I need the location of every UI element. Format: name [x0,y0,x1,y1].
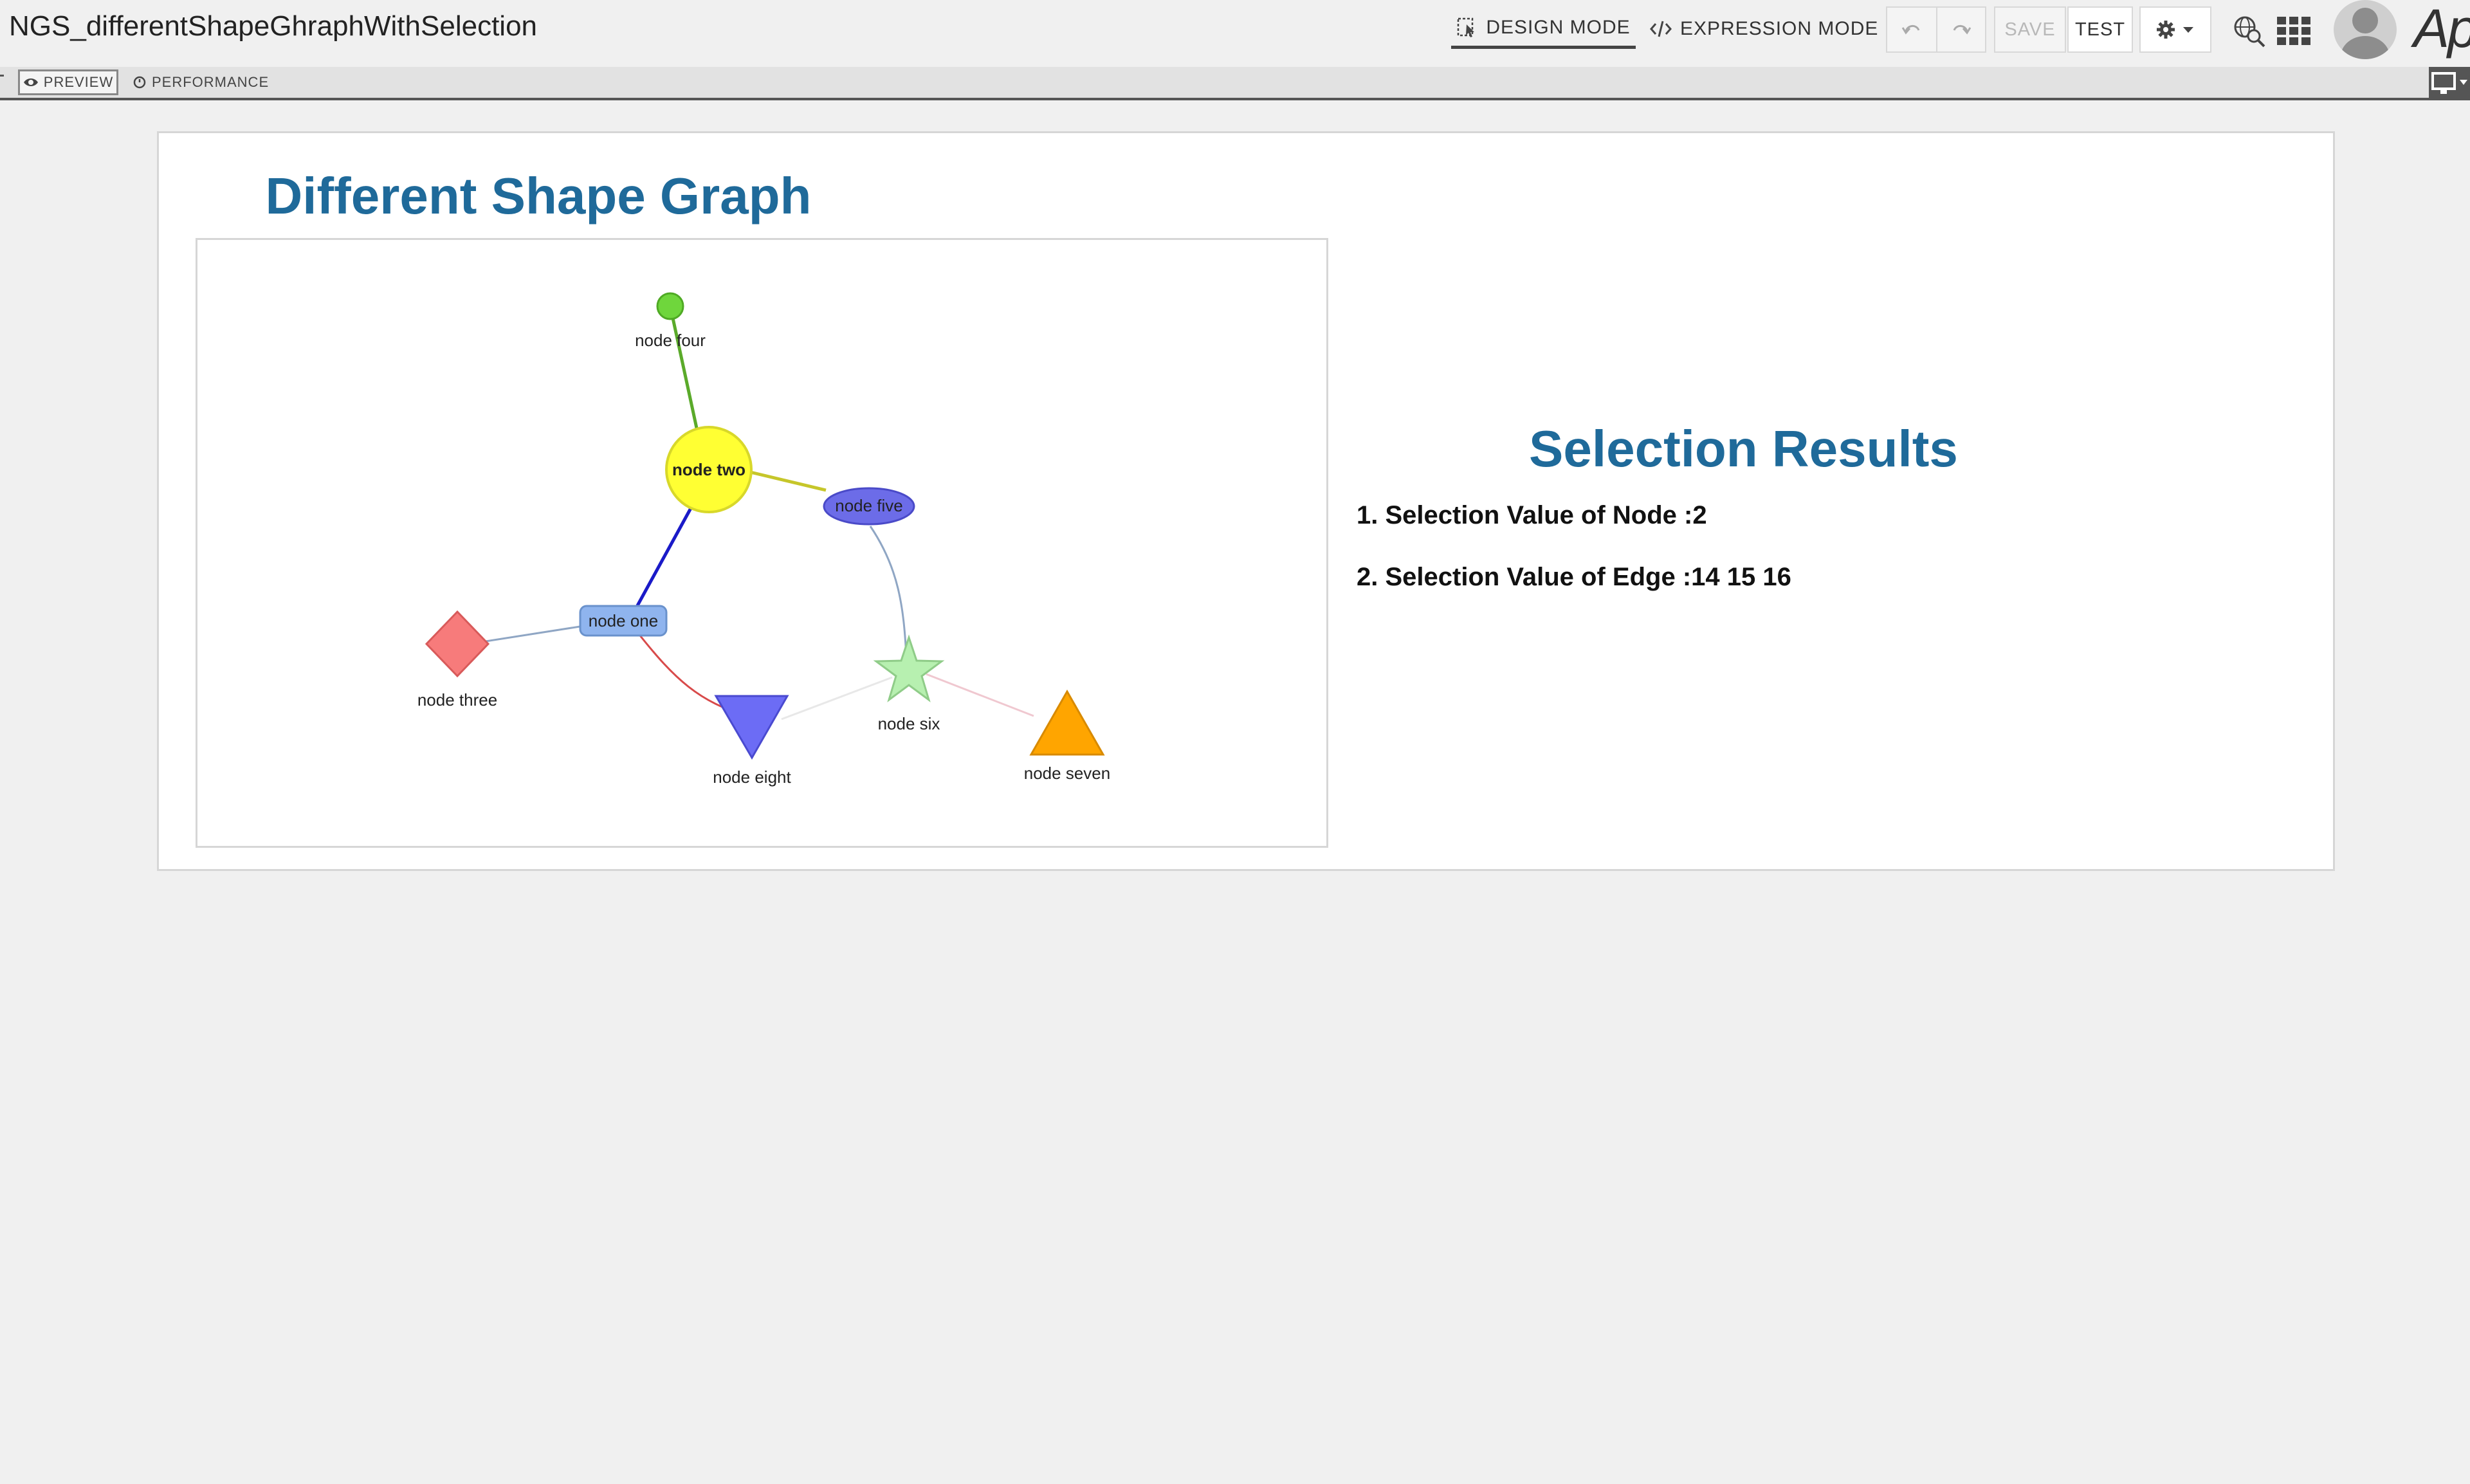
settings-dropdown-button[interactable] [2139,6,2211,53]
edge-2-5[interactable] [742,468,827,492]
app-header: NGS_differentShapeGhraphWithSelection DE… [0,0,2470,68]
gear-icon [2157,21,2175,39]
content-card: Different Shape Graph node four node two… [157,131,2335,871]
node-eight-label: node eight [713,767,791,787]
node-seven-label: node seven [1024,764,1110,783]
node-six-star[interactable] [873,634,945,702]
code-icon [1650,21,1672,37]
undo-button[interactable] [1886,6,1936,53]
edge-2-1[interactable] [630,507,693,616]
node-selection-result: 1. Selection Value of Node :2 [1357,501,1707,529]
design-mode-icon [1458,17,1475,37]
expression-mode-tab[interactable]: EXPRESSION MODE [1649,9,1878,49]
edge-8-6[interactable] [781,676,893,720]
app-title: NGS_differentShapeGhraphWithSelection [9,10,538,42]
node-four-label: node four [635,331,706,350]
redo-icon [1953,25,1971,35]
device-preview-button[interactable] [2429,67,2470,98]
edge-4-2[interactable] [668,306,699,432]
node-three-diamond[interactable] [425,610,490,678]
globe-search-icon[interactable] [2232,14,2267,49]
user-silhouette-icon [2341,8,2390,59]
design-mode-tab[interactable]: DESIGN MODE [1451,9,1636,49]
node-two-label: node two [672,460,746,479]
node-one-label: node one [589,611,658,630]
graph-canvas: node four node two node five node one no… [417,292,1110,787]
app-brand-text: App [2413,0,2470,59]
node-six-label: node six [878,714,940,733]
eye-icon [23,78,38,86]
graph-title: Different Shape Graph [265,167,812,224]
left-edge-marker [0,75,4,77]
edge-3-1[interactable] [485,625,585,643]
network-graph[interactable]: node four node two node five node one no… [196,238,1328,848]
gauge-icon [133,76,146,89]
undo-icon [1901,25,1920,35]
node-four-circle[interactable] [656,292,684,320]
tab-preview-label: PREVIEW [43,74,114,90]
design-mode-label: DESIGN MODE [1486,16,1631,38]
monitor-icon [2431,72,2467,94]
edge-selection-result: 2. Selection Value of Edge :14 15 16 [1357,563,1791,591]
edge-5-6[interactable] [869,526,908,657]
edge-6-7[interactable] [926,673,1034,717]
save-button[interactable]: SAVE [1994,6,2066,53]
test-button[interactable]: TEST [2067,6,2133,53]
node-seven-triangle[interactable] [1029,689,1105,756]
sub-toolbar: PREVIEW PERFORMANCE [0,67,2470,100]
results-title: Selection Results [1529,420,1958,477]
expression-mode-label: EXPRESSION MODE [1680,18,1879,39]
tab-preview[interactable]: PREVIEW [18,69,118,95]
tab-performance[interactable]: PERFORMANCE [133,69,269,95]
redo-button[interactable] [1936,6,1986,53]
node-five-label: node five [835,496,903,515]
node-three-label: node three [417,690,497,710]
tab-performance-label: PERFORMANCE [152,74,270,90]
user-avatar[interactable] [2334,0,2397,59]
node-eight-inverted-triangle[interactable] [714,695,789,760]
app-grid-icon[interactable] [2277,17,2310,45]
chevron-down-icon [2183,27,2193,33]
